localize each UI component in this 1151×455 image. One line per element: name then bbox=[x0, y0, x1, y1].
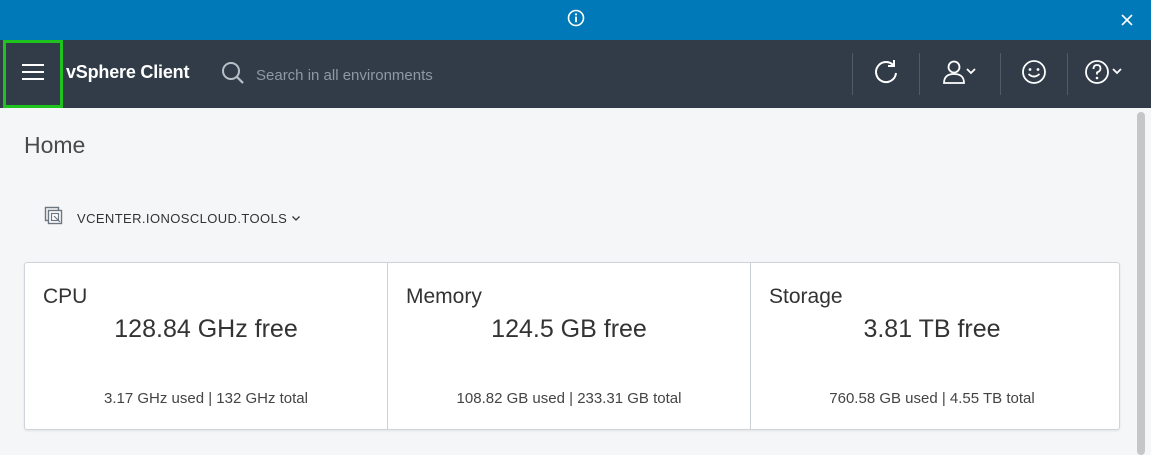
metric-detail: 108.82 GB used | 233.31 GB total bbox=[456, 390, 682, 407]
chevron-down-icon bbox=[291, 210, 301, 228]
metric-detail: 3.17 GHz used | 132 GHz total bbox=[103, 390, 308, 407]
refresh-icon bbox=[872, 58, 900, 91]
metric-name: Memory bbox=[406, 285, 482, 308]
feedback-button[interactable] bbox=[1001, 40, 1067, 108]
metric-name: Storage bbox=[769, 285, 843, 308]
help-icon bbox=[1084, 59, 1128, 90]
smiley-icon bbox=[1021, 59, 1047, 90]
info-icon bbox=[567, 9, 585, 32]
app-header: vSphere Client bbox=[0, 40, 1151, 108]
vcenter-selector[interactable]: VCENTER.IONOSCLOUD.TOOLS bbox=[44, 206, 301, 231]
metric-free: 128.84 GHz free bbox=[114, 315, 298, 343]
page-title: Home bbox=[24, 132, 86, 158]
close-icon[interactable] bbox=[1117, 10, 1137, 30]
main-content: Home VCENTER.IONOSCLOUD.TOOLS CPU 128.84… bbox=[0, 108, 1151, 455]
hamburger-menu-icon bbox=[20, 62, 46, 87]
info-banner bbox=[0, 0, 1151, 40]
search-icon[interactable] bbox=[220, 60, 246, 91]
vcenter-label: VCENTER.IONOSCLOUD.TOOLS bbox=[77, 211, 288, 226]
user-menu-button[interactable] bbox=[920, 40, 1000, 108]
search-input[interactable] bbox=[254, 66, 558, 85]
refresh-button[interactable] bbox=[853, 40, 919, 108]
metric-name: CPU bbox=[43, 285, 88, 308]
cpu-metric: CPU 128.84 GHz free 3.17 GHz used | 132 … bbox=[25, 263, 387, 429]
metric-free: 124.5 GB free bbox=[491, 315, 647, 343]
menu-button[interactable] bbox=[3, 40, 63, 108]
search-box[interactable] bbox=[220, 60, 558, 91]
metric-detail: 760.58 GB used | 4.55 TB total bbox=[829, 390, 1035, 407]
vertical-scrollbar[interactable] bbox=[1137, 112, 1145, 455]
storage-metric: Storage 3.81 TB free 760.58 GB used | 4.… bbox=[750, 263, 1113, 429]
memory-metric: Memory 124.5 GB free 108.82 GB used | 23… bbox=[387, 263, 750, 429]
help-menu-button[interactable] bbox=[1068, 40, 1144, 108]
resource-summary-panel: CPU 128.84 GHz free 3.17 GHz used | 132 … bbox=[24, 262, 1120, 430]
app-title[interactable]: vSphere Client bbox=[66, 62, 189, 83]
metric-free: 3.81 TB free bbox=[863, 315, 1001, 343]
user-icon bbox=[942, 59, 978, 90]
vcenter-icon bbox=[44, 206, 64, 231]
